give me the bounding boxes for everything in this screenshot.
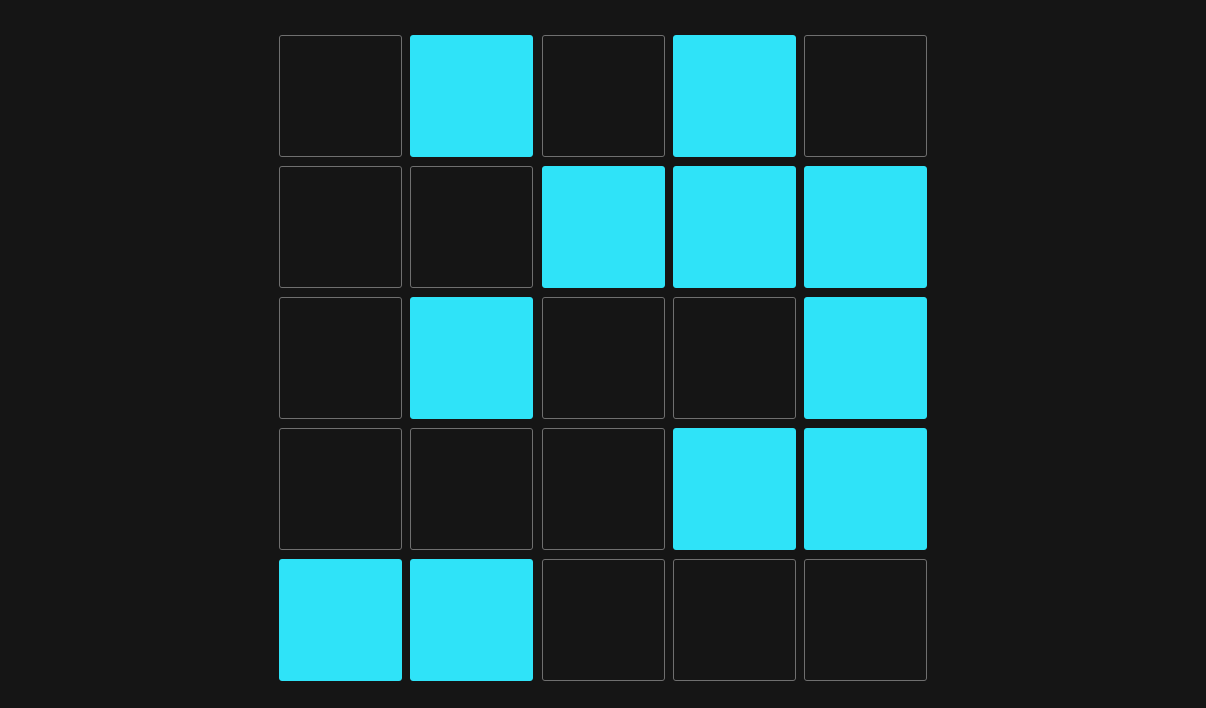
grid-cell-r3-c1[interactable] bbox=[279, 297, 402, 419]
grid-cell-r4-c3[interactable] bbox=[541, 428, 665, 550]
game-board bbox=[0, 0, 1206, 708]
grid-cell-r5-c5[interactable] bbox=[804, 559, 927, 681]
grid-cell-r3-c4[interactable] bbox=[672, 297, 796, 419]
grid-cell-r4-c4[interactable] bbox=[672, 428, 796, 550]
grid-cell-r4-c5[interactable] bbox=[804, 428, 927, 550]
grid-cell-r1-c1[interactable] bbox=[279, 35, 402, 157]
grid-cell-r4-c2[interactable] bbox=[410, 428, 534, 550]
grid-cell-r3-c3[interactable] bbox=[541, 297, 665, 419]
grid-cell-r1-c3[interactable] bbox=[541, 35, 665, 157]
grid-cell-r2-c4[interactable] bbox=[672, 166, 796, 288]
grid-cell-r1-c4[interactable] bbox=[672, 35, 796, 157]
grid-cell-r2-c5[interactable] bbox=[804, 166, 927, 288]
grid-cell-r2-c1[interactable] bbox=[279, 166, 402, 288]
grid-cell-r1-c2[interactable] bbox=[410, 35, 534, 157]
grid-cell-r2-c3[interactable] bbox=[541, 166, 665, 288]
grid-cell-r3-c5[interactable] bbox=[804, 297, 927, 419]
tile-grid bbox=[279, 35, 927, 681]
grid-cell-r4-c1[interactable] bbox=[279, 428, 402, 550]
grid-cell-r5-c1[interactable] bbox=[279, 559, 402, 681]
grid-cell-r5-c3[interactable] bbox=[541, 559, 665, 681]
grid-cell-r1-c5[interactable] bbox=[804, 35, 927, 157]
grid-cell-r2-c2[interactable] bbox=[410, 166, 534, 288]
grid-cell-r5-c2[interactable] bbox=[410, 559, 534, 681]
grid-cell-r3-c2[interactable] bbox=[410, 297, 534, 419]
grid-cell-r5-c4[interactable] bbox=[672, 559, 796, 681]
